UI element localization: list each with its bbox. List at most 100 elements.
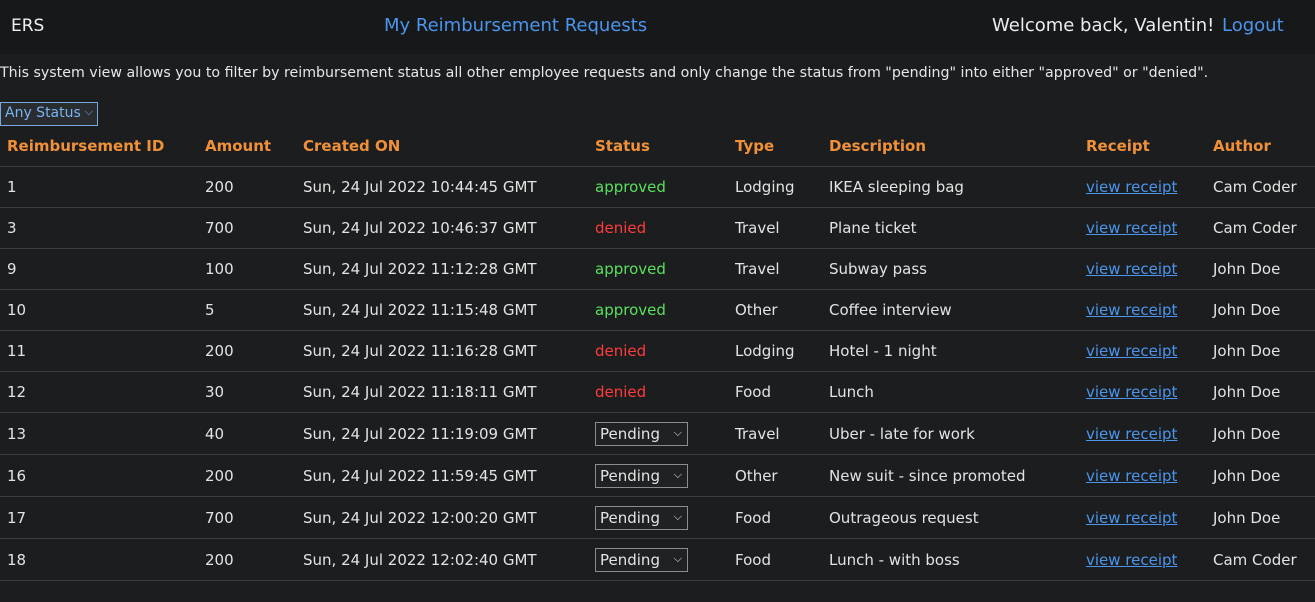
intro-text: This system view allows you to filter by… [0, 65, 1209, 81]
status-cell: Pending ⌵ [588, 538, 728, 581]
amount-cell: 5 [198, 289, 296, 331]
status-select[interactable]: Pending ⌵ [595, 463, 688, 488]
column-header: Type [728, 126, 822, 167]
logout-link[interactable]: Logout [1222, 15, 1284, 36]
receipt-cell: view receipt [1079, 166, 1206, 208]
view-receipt-link[interactable]: view receipt [1086, 260, 1177, 278]
status-cell: Pending ⌵ [588, 454, 728, 497]
status-select-value: Pending [600, 508, 660, 527]
status-cell: denied [588, 207, 728, 249]
description-cell: Outrageous request [822, 496, 1079, 539]
created-on-cell: Sun, 24 Jul 2022 11:18:11 GMT [296, 371, 588, 413]
status-cell: denied [588, 371, 728, 413]
author-cell: John Doe [1206, 496, 1315, 539]
type-cell: Lodging [728, 166, 822, 208]
type-cell: Lodging [728, 330, 822, 372]
author-cell: John Doe [1206, 330, 1315, 372]
status-select[interactable]: Pending ⌵ [595, 421, 688, 446]
description-cell: New suit - since promoted [822, 454, 1079, 497]
author-cell: John Doe [1206, 454, 1315, 497]
created-on-cell: Sun, 24 Jul 2022 10:44:45 GMT [296, 166, 588, 208]
created-on-cell: Sun, 24 Jul 2022 11:19:09 GMT [296, 412, 588, 455]
amount-cell: 30 [198, 371, 296, 413]
view-receipt-link[interactable]: view receipt [1086, 509, 1177, 527]
view-receipt-link[interactable]: view receipt [1086, 467, 1177, 485]
reimbursement-id-cell: 12 [0, 371, 198, 413]
view-receipt-link[interactable]: view receipt [1086, 178, 1177, 196]
author-cell: John Doe [1206, 289, 1315, 331]
view-receipt-link[interactable]: view receipt [1086, 301, 1177, 319]
table-row: 1 200 Sun, 24 Jul 2022 10:44:45 GMT approve… [0, 166, 1315, 208]
reimbursement-id-cell: 9 [0, 248, 198, 290]
receipt-cell: view receipt [1079, 412, 1206, 455]
status-filter-select[interactable]: Any Status ⌵ [0, 102, 98, 126]
created-on-cell: Sun, 24 Jul 2022 11:59:45 GMT [296, 454, 588, 497]
receipt-cell: view receipt [1079, 207, 1206, 249]
chevron-down-icon: ⌵ [673, 509, 682, 523]
reimbursement-id-cell: 3 [0, 207, 198, 249]
status-filter-value: Any Status [5, 105, 81, 121]
reimbursement-id-cell: 10 [0, 289, 198, 331]
reimbursement-id-cell: 17 [0, 496, 198, 539]
description-cell: Lunch [822, 371, 1079, 413]
view-receipt-link[interactable]: view receipt [1086, 425, 1177, 443]
amount-cell: 200 [198, 330, 296, 372]
description-cell: IKEA sleeping bag [822, 166, 1079, 208]
table-row: 16 200 Sun, 24 Jul 2022 11:59:45 GMT Pendin… [0, 454, 1315, 497]
amount-cell: 40 [198, 412, 296, 455]
author-cell: John Doe [1206, 412, 1315, 455]
type-cell: Food [728, 538, 822, 581]
description-cell: Lunch - with boss [822, 538, 1079, 581]
table-row: 9 100 Sun, 24 Jul 2022 11:12:28 GMT approve… [0, 248, 1315, 290]
brand-logo[interactable]: ERS [11, 16, 44, 36]
author-cell: Cam Coder [1206, 166, 1315, 208]
author-cell: Cam Coder [1206, 207, 1315, 249]
receipt-cell: view receipt [1079, 538, 1206, 581]
column-header: Status [588, 126, 728, 167]
my-requests-link[interactable]: My Reimbursement Requests [384, 15, 647, 36]
status-cell: Pending ⌵ [588, 412, 728, 455]
amount-cell: 700 [198, 207, 296, 249]
table-body: 1 200 Sun, 24 Jul 2022 10:44:45 GMT approve… [0, 166, 1315, 581]
navbar: ERS My Reimbursement Requests Welcome ba… [0, 0, 1315, 54]
type-cell: Travel [728, 207, 822, 249]
reimbursement-id-cell: 11 [0, 330, 198, 372]
welcome-message: Welcome back, Valentin! [992, 15, 1215, 36]
created-on-cell: Sun, 24 Jul 2022 10:46:37 GMT [296, 207, 588, 249]
receipt-cell: view receipt [1079, 371, 1206, 413]
chevron-down-icon: ⌵ [84, 105, 93, 118]
receipt-cell: view receipt [1079, 289, 1206, 331]
chevron-down-icon: ⌵ [673, 467, 682, 481]
status-cell: denied [588, 330, 728, 372]
status-select[interactable]: Pending ⌵ [595, 505, 688, 530]
description-cell: Uber - late for work [822, 412, 1079, 455]
view-receipt-link[interactable]: view receipt [1086, 219, 1177, 237]
column-header: Reimbursement ID [0, 126, 198, 167]
type-cell: Other [728, 454, 822, 497]
amount-cell: 200 [198, 454, 296, 497]
table-row: 10 5 Sun, 24 Jul 2022 11:15:48 GMT approved… [0, 289, 1315, 331]
column-header: Author [1206, 126, 1315, 167]
view-receipt-link[interactable]: view receipt [1086, 551, 1177, 569]
column-header: Receipt [1079, 126, 1206, 167]
status-cell: approved [588, 248, 728, 290]
status-select-value: Pending [600, 550, 660, 569]
author-cell: Cam Coder [1206, 538, 1315, 581]
description-cell: Plane ticket [822, 207, 1079, 249]
table-row: 11 200 Sun, 24 Jul 2022 11:16:28 GMT denied… [0, 330, 1315, 372]
status-select-value: Pending [600, 424, 660, 443]
status-select[interactable]: Pending ⌵ [595, 547, 688, 572]
created-on-cell: Sun, 24 Jul 2022 12:02:40 GMT [296, 538, 588, 581]
amount-cell: 100 [198, 248, 296, 290]
chevron-down-icon: ⌵ [673, 551, 682, 565]
chevron-down-icon: ⌵ [673, 425, 682, 439]
table-row: 17 700 Sun, 24 Jul 2022 12:00:20 GMT Pendin… [0, 496, 1315, 539]
view-receipt-link[interactable]: view receipt [1086, 383, 1177, 401]
table-row: 3 700 Sun, 24 Jul 2022 10:46:37 GMT denied T… [0, 207, 1315, 249]
description-cell: Coffee interview [822, 289, 1079, 331]
status-cell: approved [588, 166, 728, 208]
view-receipt-link[interactable]: view receipt [1086, 342, 1177, 360]
created-on-cell: Sun, 24 Jul 2022 12:00:20 GMT [296, 496, 588, 539]
amount-cell: 200 [198, 538, 296, 581]
receipt-cell: view receipt [1079, 496, 1206, 539]
